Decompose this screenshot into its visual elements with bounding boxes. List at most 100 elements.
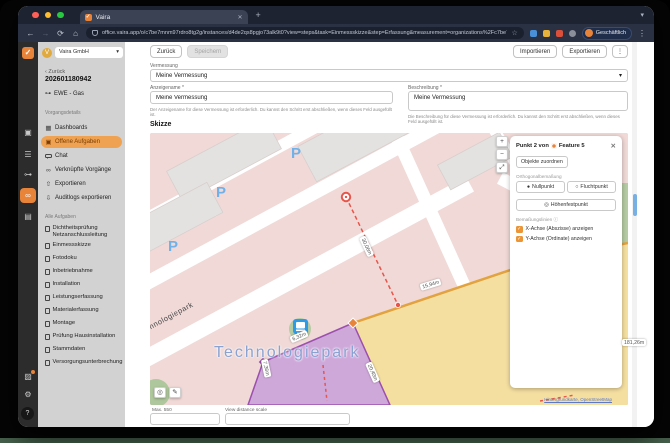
gps-locate-button[interactable]: ◎ [154,387,166,398]
browser-window: ✓ Vaira ✕ + ▾ ← → ⟳ ⌂ office.vaira.app/o… [18,6,654,427]
y-axis-checkbox-row[interactable]: ✓ Y-Achse (Ordinate) anzeigen [516,236,616,243]
nullpunkt-button[interactable]: ●Nullpunkt [516,181,565,193]
max-input[interactable] [150,413,220,425]
org-name: Vaira GmbH [59,47,89,58]
task-label: Inbetriebnahme [53,268,93,275]
ortho-heading: Orthogonalbemaßung [516,174,616,179]
url-text: office.vaira.app/o/c7be7mnm97rdro8tg2g/i… [102,30,507,36]
measurement-label: 181,26m [622,339,646,346]
document-icon [45,308,50,314]
place-name-label: Technologiepark [214,344,361,362]
sidebar-item-offene-aufgaben[interactable]: ▣ Offene Aufgaben [41,136,122,148]
forward-icon[interactable]: → [41,29,50,38]
vaira-logo-icon[interactable]: ✓ [22,47,34,59]
extension-icon[interactable] [530,30,537,37]
task-item[interactable]: Fotodoku [45,255,123,262]
tab-search-chevron-icon[interactable]: ▾ [640,11,644,19]
sketch-map[interactable]: P P P [150,133,628,405]
browser-profile-chip[interactable]: Geschäftlich [582,27,632,40]
contacts-icon[interactable]: ▤ [18,212,38,221]
checkbox-checked-icon[interactable]: ✓ [516,236,523,243]
task-item[interactable]: Montage [45,320,123,327]
fluchtpunkt-button[interactable]: ○Fluchtpunkt [567,181,616,193]
info-icon[interactable]: ⓘ [554,217,559,222]
zoom-in-button[interactable]: + [496,136,508,147]
map-edit-controls: ◎ ✎ [154,387,181,398]
map-attribution-link[interactable]: Hintergrundkarte, OpenStreetMap [544,397,612,402]
browser-menu-icon[interactable]: ⋮ [638,29,646,38]
import-button[interactable]: Importieren [513,45,557,58]
task-item[interactable]: Materialerfassung [45,307,123,314]
case-id: 202601180942 [45,76,91,83]
releases-icon[interactable]: ▨ [18,372,38,381]
settings-gear-icon[interactable]: ⚙ [18,390,38,399]
save-button[interactable]: Speichern [187,45,228,58]
draw-pencil-button[interactable]: ✎ [169,387,181,398]
new-tab-button[interactable]: + [256,10,261,20]
task-item[interactable]: Dichtheitsprüfung Netzanschlussleitung [45,225,123,238]
more-options-button[interactable]: ⋮ [612,45,628,58]
sidebar-item-auditlogs[interactable]: ⇩ Auditlogs exportieren [41,192,122,204]
help-icon[interactable]: ? [21,407,34,420]
export-icon: ⇧ [45,180,52,188]
scrollbar-thumb[interactable] [633,194,637,216]
sidebar-item-chat[interactable]: Chat [41,150,122,162]
modules-icon[interactable]: ▣ [18,128,38,137]
workflow-icon[interactable]: ⊶ [18,170,38,179]
task-item[interactable]: Versorgungsunterbrechung [45,359,123,366]
org-select[interactable]: Vaira GmbH ▾ [55,47,123,58]
page-scrollbar[interactable] [632,42,637,427]
chevron-down-icon: ▾ [116,47,119,58]
browser-tab[interactable]: ✓ Vaira ✕ [80,10,248,24]
beschreibung-textarea[interactable]: Meine Vermessung [408,91,628,111]
document-icon [45,321,50,327]
extension-icon[interactable] [556,30,563,37]
vermessung-select[interactable]: Meine Vermessung ▾ [150,69,628,82]
anzeigename-input[interactable] [150,91,393,104]
task-label: Leistungserfassung [53,294,103,301]
address-bar[interactable]: office.vaira.app/o/c7be7mnm97rdro8tg2g/i… [86,27,524,39]
sidebar-item-exportieren[interactable]: ⇧ Exportieren [41,178,122,190]
back-icon[interactable]: ← [26,29,35,38]
extension-icon[interactable] [569,30,576,37]
tab-close-icon[interactable]: ✕ [237,14,242,21]
hoehenfestpunkt-button[interactable]: ◎Höhenfestpunkt [516,199,616,211]
document-icon [45,360,50,366]
back-button[interactable]: Zurück [150,45,182,58]
task-item[interactable]: Stammdaten [45,346,123,353]
zoom-out-button[interactable]: − [496,149,508,160]
task-item[interactable]: Prüfung Hausinstallation [45,333,123,340]
close-window-button[interactable] [32,12,39,19]
document-icon [45,334,50,340]
sidebar-item-verknuepfte-vorgaenge[interactable]: ∞ Verknüpfte Vorgänge [41,164,122,176]
home-icon[interactable]: ⌂ [71,29,80,38]
maximize-window-button[interactable] [57,12,64,19]
extension-icon[interactable] [543,30,550,37]
sidebar-item-dashboards[interactable]: ▦ Dashboards [41,122,122,134]
workflow-row[interactable]: ⊶ EWE - Gas [45,90,84,97]
assign-objects-button[interactable]: Objekte zuordnen [516,156,568,168]
bookmark-star-icon[interactable]: ☆ [511,29,517,37]
sidebar-back-link[interactable]: ‹ Zurück [45,69,65,75]
task-label: Fotodoku [53,255,77,262]
tasks-list-icon[interactable]: ☰ [18,150,38,159]
document-icon [45,347,50,353]
scale-input[interactable] [225,413,350,425]
export-button[interactable]: Exportieren [562,45,607,58]
task-item[interactable]: Inbetriebnahme [45,268,123,275]
open-tasks-icon: ▣ [45,138,52,146]
document-icon [45,282,50,288]
processes-active-icon[interactable]: ∞ [20,188,36,203]
sidebar: V Vaira GmbH ▾ ‹ Zurück 202601180942 ⊶ E… [38,42,125,427]
task-item[interactable]: Einmessskizze [45,242,123,249]
checkbox-checked-icon[interactable]: ✓ [516,226,523,233]
task-item[interactable]: Leistungserfassung [45,294,123,301]
fullscreen-button[interactable]: ⤢ [496,162,508,173]
close-icon[interactable]: ✕ [611,142,616,150]
tab-strip: ✓ Vaira ✕ + ▾ [18,6,654,24]
reload-icon[interactable]: ⟳ [56,29,65,38]
task-item[interactable]: Installation [45,281,123,288]
site-security-icon[interactable] [92,30,98,36]
minimize-window-button[interactable] [45,12,52,19]
x-axis-checkbox-row[interactable]: ✓ X-Achse (Abszisse) anzeigen [516,226,616,233]
